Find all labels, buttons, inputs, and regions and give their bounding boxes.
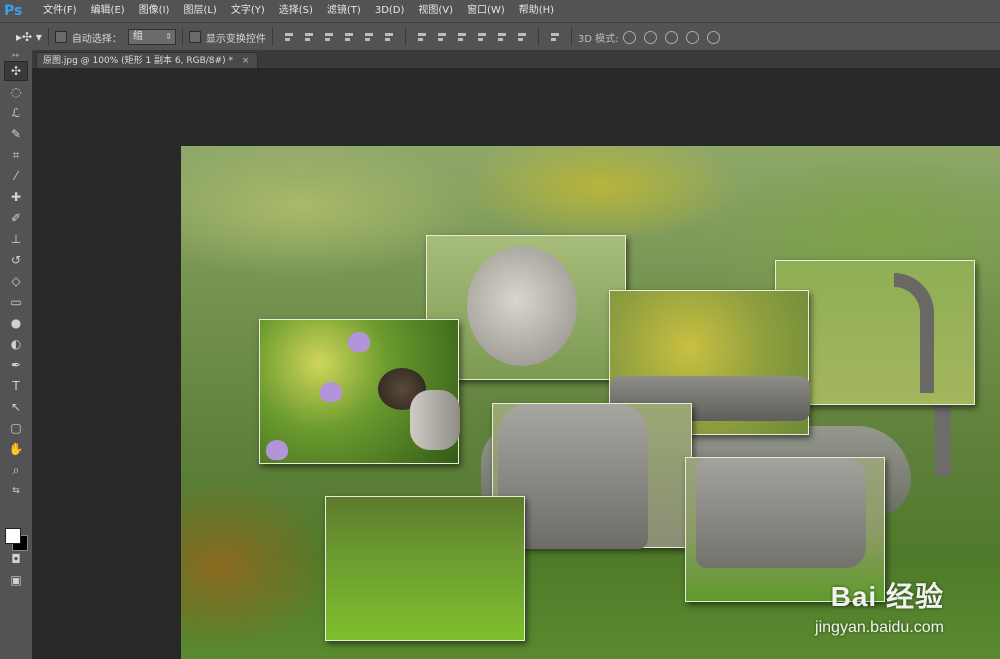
dropdown-arrow-icon: ⇕ — [165, 32, 172, 41]
distribute-left-icon[interactable] — [476, 31, 488, 43]
document-canvas[interactable]: Bai 经验 jingyan.baidu.com — [181, 146, 1000, 659]
type-tool-icon[interactable]: T — [4, 376, 28, 396]
separator — [47, 28, 49, 46]
distribute-vcenter-icon[interactable] — [436, 31, 448, 43]
document-tab-title: 原图.jpg @ 100% (矩形 1 副本 6, RGB/8#) * — [43, 56, 233, 66]
menu-bar: Ps 文件(F) 编辑(E) 图像(I) 图层(L) 文字(Y) 选择(S) 滤… — [0, 0, 1000, 22]
move-tool-icon[interactable]: ✣ — [4, 61, 28, 81]
show-transform-checkbox[interactable] — [188, 31, 201, 43]
flower — [266, 440, 288, 460]
menu-type[interactable]: 文字(Y) — [224, 0, 272, 22]
toolbox-grip-icon[interactable]: ▸▸ — [0, 50, 32, 60]
photo-panel-flower — [259, 319, 460, 464]
distribute-top-icon[interactable] — [416, 31, 428, 43]
document-tab[interactable]: 原图.jpg @ 100% (矩形 1 副本 6, RGB/8#) * × — [36, 52, 259, 69]
gradient-tool-icon[interactable]: ▭ — [4, 292, 28, 312]
drag-3d-icon[interactable] — [664, 30, 678, 44]
align-left-icon[interactable] — [343, 31, 355, 43]
toolbox: ▸▸ ✣ ◌ ℒ ✎ ⌗ ⁄ ✚ ✐ ⊥ ↺ ◇ ▭ ● ◐ ✒ T ↖ ▢ ✋… — [0, 50, 33, 659]
menu-select[interactable]: 选择(S) — [272, 0, 320, 22]
scale-3d-icon[interactable] — [706, 30, 720, 44]
menu-view[interactable]: 视图(V) — [411, 0, 460, 22]
history-brush-tool-icon[interactable]: ↺ — [4, 250, 28, 270]
document-tab-bar: 原图.jpg @ 100% (矩形 1 副本 6, RGB/8#) * × — [32, 50, 1000, 69]
separator — [570, 28, 572, 46]
cat-leg — [410, 390, 460, 450]
crop-tool-icon[interactable]: ⌗ — [4, 145, 28, 165]
align-hcenter-icon[interactable] — [363, 31, 375, 43]
menu-layer[interactable]: 图层(L) — [176, 0, 223, 22]
separator — [271, 28, 273, 46]
distribute-hcenter-icon[interactable] — [496, 31, 508, 43]
menu-help[interactable]: 帮助(H) — [512, 0, 561, 22]
blur-tool-icon[interactable]: ● — [4, 313, 28, 333]
marquee-tool-icon[interactable]: ◌ — [4, 82, 28, 102]
menu-window[interactable]: 窗口(W) — [460, 0, 512, 22]
quick-mask-icon[interactable]: ◘ — [4, 549, 28, 569]
mode3d-label: 3D 模式: — [577, 33, 619, 45]
align-vcenter-icon[interactable] — [303, 31, 315, 43]
hand-tool-icon[interactable]: ✋ — [4, 439, 28, 459]
stamp-tool-icon[interactable]: ⊥ — [4, 229, 28, 249]
align-top-icon[interactable] — [283, 31, 295, 43]
photo-panel-grass — [325, 496, 525, 641]
foreground-color-swatch[interactable] — [5, 528, 21, 544]
eraser-tool-icon[interactable]: ◇ — [4, 271, 28, 291]
zoom-tool-icon[interactable]: ⌕ — [4, 460, 28, 480]
options-bar: ▸✣ ▾ 自动选择： 组 ⇕ 显示变换控件 3D 模式: — [0, 22, 1000, 52]
pen-tool-icon[interactable]: ✒ — [4, 355, 28, 375]
menu-3d[interactable]: 3D(D) — [368, 0, 412, 22]
rectangle-tool-icon[interactable]: ▢ — [4, 418, 28, 438]
auto-select-value: 组 — [132, 31, 143, 42]
cat-tail-detail — [894, 273, 934, 393]
flower — [348, 332, 370, 352]
menu-image[interactable]: 图像(I) — [132, 0, 177, 22]
swap-colors-icon[interactable]: ⇆ — [4, 481, 28, 501]
quick-select-tool-icon[interactable]: ✎ — [4, 124, 28, 144]
canvas-area: Bai 经验 jingyan.baidu.com — [33, 68, 1000, 659]
move-tool-preset-icon[interactable]: ▸✣ ▾ — [16, 30, 42, 44]
watermark-main: Bai 经验 — [830, 581, 944, 612]
menu-file[interactable]: 文件(F) — [36, 0, 84, 22]
lasso-tool-icon[interactable]: ℒ — [4, 103, 28, 123]
healing-brush-tool-icon[interactable]: ✚ — [4, 187, 28, 207]
watermark-url: jingyan.baidu.com — [815, 619, 944, 636]
align-bottom-icon[interactable] — [323, 31, 335, 43]
brush-tool-icon[interactable]: ✐ — [4, 208, 28, 228]
screen-mode-icon[interactable]: ▣ — [4, 570, 28, 590]
auto-select-checkbox[interactable] — [54, 31, 67, 43]
separator — [537, 28, 539, 46]
distribute-right-icon[interactable] — [516, 31, 528, 43]
auto-select-label: 自动选择： — [71, 33, 122, 45]
menu-edit[interactable]: 编辑(E) — [84, 0, 132, 22]
auto-align-icon[interactable] — [549, 31, 561, 43]
path-select-tool-icon[interactable]: ↖ — [4, 397, 28, 417]
align-right-icon[interactable] — [383, 31, 395, 43]
photoshop-logo: Ps — [4, 3, 23, 19]
slide-3d-icon[interactable] — [685, 30, 699, 44]
watermark: Bai 经验 jingyan.baidu.com — [815, 575, 944, 637]
roll-3d-icon[interactable] — [643, 30, 657, 44]
cat-hind — [696, 458, 866, 568]
dodge-tool-icon[interactable]: ◐ — [4, 334, 28, 354]
show-transform-label: 显示变换控件 — [205, 33, 266, 45]
close-icon[interactable]: × — [242, 56, 250, 66]
eyedropper-tool-icon[interactable]: ⁄ — [4, 166, 28, 186]
auto-select-dropdown[interactable]: 组 ⇕ — [127, 29, 176, 45]
cat-head — [467, 246, 577, 366]
separator — [181, 28, 183, 46]
rotate-3d-icon[interactable] — [622, 30, 636, 44]
separator — [404, 28, 406, 46]
flower — [320, 382, 342, 402]
menu-filter[interactable]: 滤镜(T) — [320, 0, 368, 22]
distribute-bottom-icon[interactable] — [456, 31, 468, 43]
